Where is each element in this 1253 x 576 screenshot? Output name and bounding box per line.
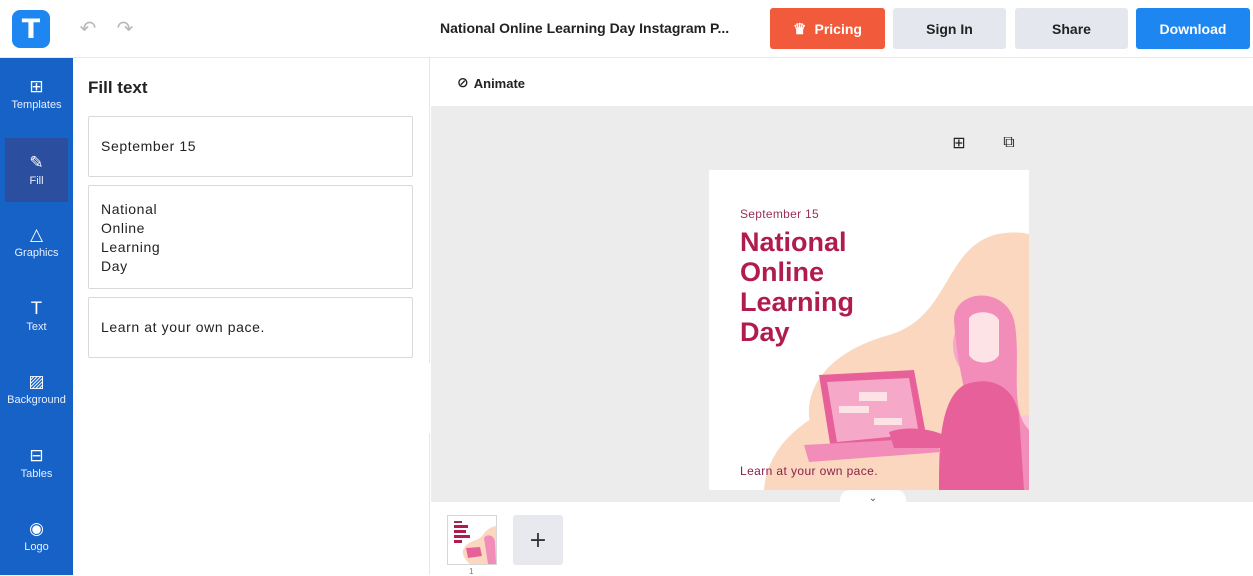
animate-button[interactable]: ⊘ Animate — [457, 75, 525, 91]
artboard-date-text[interactable]: September 15 — [740, 207, 819, 221]
app-logo[interactable]: T — [12, 10, 50, 48]
top-bar: T ↶ ↷ National Online Learning Day Insta… — [0, 0, 1253, 58]
pages-strip: 1 + — [431, 503, 1253, 576]
sidebar: ⊞ Templates ✎ Fill △ Graphics T Text ▨ B… — [0, 58, 73, 575]
sign-in-button[interactable]: Sign In — [893, 8, 1006, 49]
sidebar-item-logo[interactable]: ◉ Logo — [0, 504, 73, 568]
sidebar-item-templates[interactable]: ⊞ Templates — [0, 62, 73, 126]
sidebar-item-label: Text — [26, 320, 47, 333]
fill-text-field-date[interactable]: September 15 — [88, 116, 413, 177]
action-bar: ⊘ Animate — [431, 58, 1253, 107]
thumbnail-preview — [448, 516, 496, 564]
design-artboard[interactable]: September 15 National Online Learning Da… — [709, 170, 1029, 490]
fill-text-field-tagline[interactable]: Learn at your own pace. — [88, 297, 413, 358]
shapes-icon: △ — [29, 224, 44, 245]
pricing-button[interactable]: ♛ Pricing — [770, 8, 885, 49]
fill-text-panel: Fill text September 15 National Online L… — [73, 58, 430, 575]
undo-icon[interactable]: ↶ — [76, 16, 100, 40]
artboard-tagline-text[interactable]: Learn at your own pace. — [740, 464, 878, 478]
sidebar-item-graphics[interactable]: △ Graphics — [0, 210, 73, 274]
sidebar-item-label: Logo — [24, 540, 49, 553]
background-icon: ▨ — [28, 371, 45, 392]
sidebar-item-text[interactable]: T Text — [0, 284, 73, 348]
chevron-down-icon[interactable]: ⌄ — [840, 490, 906, 504]
download-button[interactable]: Download — [1136, 8, 1250, 49]
duplicate-page-icon[interactable]: ⧉ — [999, 132, 1019, 152]
sidebar-item-label: Graphics — [14, 246, 59, 259]
sidebar-item-tables[interactable]: ⊟ Tables — [0, 431, 73, 495]
sidebar-item-label: Templates — [11, 98, 62, 111]
logo-icon: ◉ — [29, 518, 44, 539]
artboard-title-text[interactable]: National Online Learning Day — [740, 227, 854, 347]
sidebar-item-label: Background — [7, 393, 66, 406]
document-title[interactable]: National Online Learning Day Instagram P… — [440, 20, 729, 36]
fill-text-field-title[interactable]: National Online Learning Day — [88, 185, 413, 289]
crown-icon: ♛ — [793, 20, 807, 38]
animate-label: Animate — [473, 75, 526, 91]
table-icon: ⊟ — [29, 445, 44, 466]
add-page-button[interactable]: + — [513, 515, 563, 565]
sidebar-item-label: Fill — [29, 174, 44, 187]
page-thumbnail[interactable] — [447, 515, 497, 565]
sidebar-item-fill[interactable]: ✎ Fill — [5, 138, 68, 202]
pricing-label: Pricing — [814, 20, 862, 37]
pencil-icon: ✎ — [29, 152, 44, 173]
panel-title: Fill text — [88, 78, 148, 97]
animate-icon: ⊘ — [457, 75, 469, 91]
sidebar-item-label: Tables — [20, 467, 53, 480]
add-page-icon[interactable]: ⊞ — [949, 132, 969, 152]
text-icon: T — [31, 298, 42, 319]
sidebar-item-background[interactable]: ▨ Background — [0, 357, 73, 421]
share-button[interactable]: Share — [1015, 8, 1128, 49]
redo-icon[interactable]: ↷ — [113, 16, 137, 40]
templates-icon: ⊞ — [29, 76, 44, 97]
